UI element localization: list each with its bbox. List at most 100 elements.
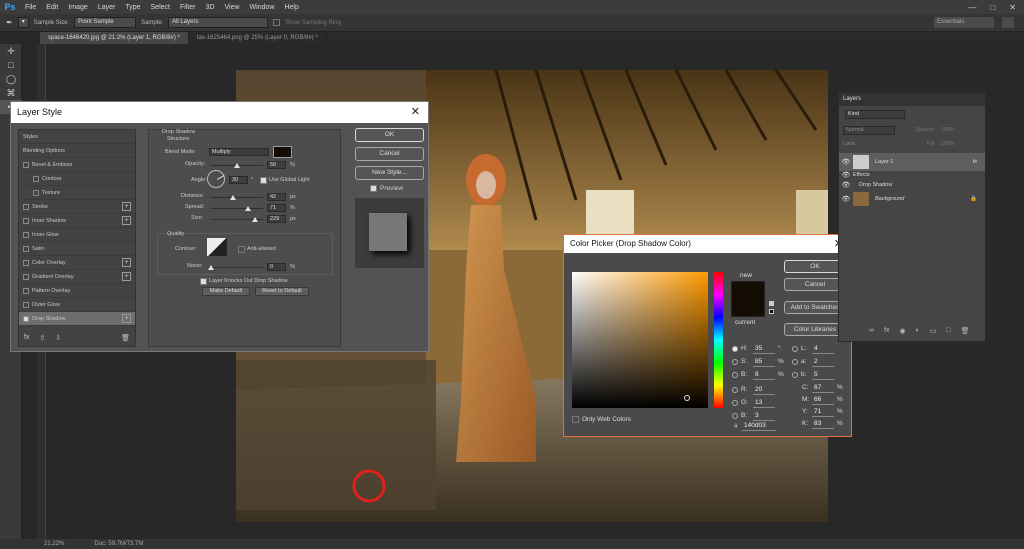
crop-tool-icon[interactable]: ⌘ bbox=[0, 86, 22, 100]
menu-help[interactable]: Help bbox=[279, 4, 303, 11]
style-item-blending-options[interactable]: Blending Options bbox=[19, 144, 135, 158]
background-eye-icon[interactable]: 👁 bbox=[839, 195, 853, 203]
layers-tab[interactable]: Layers bbox=[839, 93, 985, 106]
color-field[interactable] bbox=[572, 272, 708, 408]
add-style-icon[interactable]: + bbox=[122, 216, 131, 225]
style-item-contour[interactable]: Contour bbox=[19, 172, 135, 186]
style-checkbox[interactable] bbox=[33, 175, 39, 182]
radio-r3[interactable] bbox=[732, 387, 738, 393]
style-item-bevel-emboss[interactable]: Bevel & Emboss bbox=[19, 158, 135, 172]
angle-dial[interactable] bbox=[207, 170, 225, 188]
sample-size-select[interactable]: Point Sample bbox=[74, 17, 137, 28]
style-checkbox[interactable] bbox=[23, 301, 29, 308]
cp-ok-button[interactable]: OK bbox=[784, 260, 846, 273]
style-item-color-overlay[interactable]: Color Overlay + bbox=[19, 256, 135, 270]
spread-input[interactable]: 71 bbox=[267, 204, 286, 212]
radio-h0[interactable] bbox=[732, 346, 738, 352]
gamut-icon[interactable] bbox=[769, 309, 774, 314]
drop-shadow-eye-icon[interactable]: 👁 bbox=[839, 181, 853, 189]
tool-preset-picker[interactable]: ▾ bbox=[17, 17, 29, 28]
sampling-ring-checkbox[interactable] bbox=[273, 19, 281, 26]
add-to-swatches-button[interactable]: Add to Swatches bbox=[784, 301, 846, 314]
opacity-slider[interactable] bbox=[211, 163, 263, 168]
reset-default-button[interactable]: Reset to Default bbox=[255, 287, 309, 296]
size-slider[interactable] bbox=[211, 217, 263, 222]
minimize-icon[interactable]: — bbox=[968, 3, 976, 12]
style-checkbox[interactable] bbox=[23, 217, 29, 224]
menu-edit[interactable]: Edit bbox=[41, 4, 63, 11]
field-value[interactable]: 3 bbox=[753, 412, 775, 421]
fx-badge[interactable]: fx bbox=[973, 159, 977, 165]
add-style-icon[interactable]: + bbox=[122, 258, 131, 267]
menu-file[interactable]: File bbox=[20, 4, 41, 11]
radio-g4[interactable] bbox=[732, 400, 738, 406]
style-item-stroke[interactable]: Stroke + bbox=[19, 200, 135, 214]
distance-slider-thumb[interactable] bbox=[229, 195, 236, 200]
style-checkbox[interactable] bbox=[23, 161, 29, 168]
workspace-icon[interactable] bbox=[1002, 17, 1014, 28]
cp-cancel-button[interactable]: Cancel bbox=[784, 278, 846, 291]
style-item-drop-shadow[interactable]: Drop Shadow + bbox=[19, 312, 135, 326]
adjustment-icon[interactable]: ◐ bbox=[916, 327, 920, 335]
lab-value[interactable]: 2 bbox=[812, 358, 834, 367]
move-tool-icon[interactable]: ✛ bbox=[0, 44, 22, 58]
doc-tab-tax[interactable]: tax-1625464.png @ 25% (Layer 0, RGB/8#) … bbox=[189, 32, 327, 44]
eyedropper-icon[interactable]: ✒ bbox=[6, 18, 13, 27]
distance-slider[interactable] bbox=[211, 195, 263, 200]
fx-icon[interactable]: fx bbox=[24, 334, 29, 342]
up-arrow-icon[interactable]: ⇧ bbox=[39, 334, 45, 342]
style-checkbox[interactable] bbox=[33, 189, 39, 196]
add-style-icon[interactable]: + bbox=[122, 314, 131, 323]
field-value[interactable]: 13 bbox=[753, 399, 775, 408]
lab-value[interactable]: 4 bbox=[812, 345, 834, 354]
style-item-inner-shadow[interactable]: Inner Shadow + bbox=[19, 214, 135, 228]
ok-button[interactable]: OK bbox=[355, 128, 424, 142]
layer-opacity-value[interactable]: 100% bbox=[941, 127, 955, 133]
menu-filter[interactable]: Filter bbox=[175, 4, 201, 11]
radio-b2[interactable] bbox=[732, 372, 738, 378]
cmyk-value[interactable]: 71 bbox=[812, 408, 834, 417]
add-style-icon[interactable]: + bbox=[122, 272, 131, 281]
color-field-marker[interactable] bbox=[684, 395, 690, 401]
cancel-button[interactable]: Cancel bbox=[355, 147, 424, 161]
radio-lab-0[interactable] bbox=[792, 346, 798, 352]
cmyk-value[interactable]: 83 bbox=[812, 420, 834, 429]
angle-input[interactable]: 30 bbox=[229, 176, 248, 184]
layer-row-background[interactable]: 👁 Background 🔒 bbox=[839, 191, 985, 207]
styles-header[interactable]: Styles bbox=[19, 130, 135, 144]
only-web-colors-checkbox[interactable] bbox=[572, 416, 579, 423]
close-icon[interactable]: ✕ bbox=[411, 102, 420, 123]
marquee-tool-icon[interactable]: □ bbox=[0, 58, 22, 72]
preview-checkbox[interactable] bbox=[370, 185, 377, 192]
menu-window[interactable]: Window bbox=[245, 4, 280, 11]
drop-shadow-effect-row[interactable]: 👁 Drop Shadow bbox=[839, 180, 985, 190]
down-arrow-icon[interactable]: ⇩ bbox=[55, 334, 61, 342]
spread-slider[interactable] bbox=[211, 206, 263, 211]
distance-input[interactable]: 42 bbox=[267, 193, 286, 201]
style-checkbox[interactable] bbox=[23, 273, 29, 280]
noise-input[interactable]: 0 bbox=[267, 263, 286, 271]
new-style-button[interactable]: New Style... bbox=[355, 166, 424, 180]
lasso-tool-icon[interactable]: ◯ bbox=[0, 72, 22, 86]
fx-menu-icon[interactable]: fx bbox=[884, 327, 889, 335]
trash-icon[interactable]: 🗑 bbox=[121, 334, 130, 342]
workspace-select[interactable]: Essentials bbox=[934, 17, 994, 28]
opacity-input[interactable]: 50 bbox=[267, 161, 286, 169]
maximize-icon[interactable]: □ bbox=[990, 3, 995, 12]
radio-s1[interactable] bbox=[732, 359, 738, 365]
delete-layer-icon[interactable]: 🗑 bbox=[961, 327, 970, 335]
link-icon[interactable]: ∞ bbox=[869, 327, 874, 335]
field-value[interactable]: 85 bbox=[753, 358, 775, 367]
effects-row[interactable]: 👁 Effects bbox=[839, 170, 985, 180]
effects-eye-icon[interactable]: 👁 bbox=[839, 171, 853, 179]
global-light-checkbox[interactable] bbox=[260, 177, 267, 184]
layer-blend-mode[interactable]: Normal bbox=[843, 126, 895, 135]
hex-input[interactable]: 140d03 bbox=[742, 422, 776, 431]
menu-image[interactable]: Image bbox=[63, 4, 92, 11]
zoom-level[interactable]: 21.22% bbox=[44, 539, 64, 549]
noise-slider-thumb[interactable] bbox=[208, 265, 214, 270]
sample-select[interactable]: All Layers bbox=[168, 17, 269, 28]
style-item-texture[interactable]: Texture bbox=[19, 186, 135, 200]
doc-tab-space[interactable]: space-1646420.jpg @ 21.2% (Layer 1, RGB/… bbox=[40, 32, 189, 44]
style-item-pattern-overlay[interactable]: Pattern Overlay bbox=[19, 284, 135, 298]
